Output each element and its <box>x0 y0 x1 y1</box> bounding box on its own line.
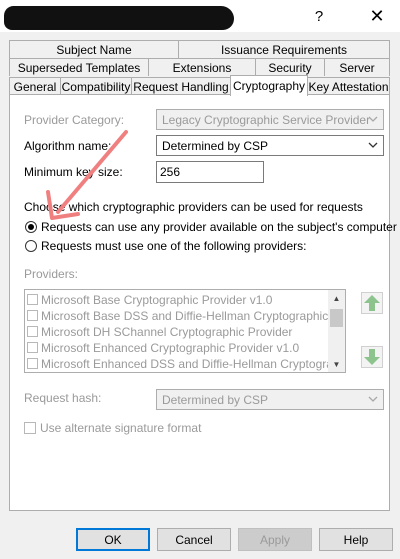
min-key-size-label: Minimum key size: <box>24 165 123 179</box>
request-hash-value: Determined by CSP <box>162 393 269 407</box>
min-key-size-input[interactable]: 256 <box>156 161 264 183</box>
provider-category-label: Provider Category: <box>24 113 125 127</box>
provider-name: Microsoft Base Cryptographic Provider v1… <box>41 293 273 307</box>
chevron-down-icon <box>368 142 378 148</box>
algorithm-value: Determined by CSP <box>162 139 269 153</box>
provider-name: Microsoft Base DSS and Diffie-Hellman Cr… <box>41 309 346 323</box>
algorithm-select[interactable]: Determined by CSP <box>156 135 384 156</box>
request-hash-label: Request hash: <box>24 391 102 405</box>
choose-providers-label: Choose which cryptographic providers can… <box>24 200 363 214</box>
tab-subject-name[interactable]: Subject Name <box>9 40 179 58</box>
ok-button[interactable]: OK <box>76 528 150 551</box>
tab-key-attestation[interactable]: Key Attestation <box>307 77 390 95</box>
provider-checkbox[interactable] <box>27 310 38 321</box>
radio-any-provider-label[interactable]: Requests can use any provider available … <box>41 220 397 234</box>
help-title-button[interactable]: ? <box>297 0 341 32</box>
close-title-button[interactable]: ✕ <box>355 0 399 32</box>
radio-following-providers-label[interactable]: Requests must use one of the following p… <box>41 239 306 253</box>
help-button[interactable]: Help <box>319 528 393 551</box>
tab-security[interactable]: Security <box>255 58 325 76</box>
provider-checkbox[interactable] <box>27 326 38 337</box>
tab-server[interactable]: Server <box>324 58 390 76</box>
provider-checkbox[interactable] <box>27 342 38 353</box>
tab-cryptography[interactable]: Cryptography <box>230 75 308 96</box>
cancel-button[interactable]: Cancel <box>157 528 231 551</box>
tab-superseded-templates[interactable]: Superseded Templates <box>9 58 149 76</box>
alt-signature-label: Use alternate signature format <box>40 421 202 435</box>
chevron-down-icon <box>368 116 378 122</box>
provider-category-select[interactable]: Legacy Cryptographic Service Provider <box>156 109 384 130</box>
algorithm-label: Algorithm name: <box>24 139 112 153</box>
tab-request-handling[interactable]: Request Handling <box>131 77 231 95</box>
providers-list[interactable]: Microsoft Base Cryptographic Provider v1… <box>24 289 346 373</box>
tab-extensions[interactable]: Extensions <box>148 58 256 76</box>
request-hash-select[interactable]: Determined by CSP <box>156 389 384 410</box>
alt-signature-checkbox[interactable] <box>24 422 36 434</box>
radio-any-provider[interactable] <box>25 221 37 233</box>
title-bar: ? ✕ <box>0 0 400 32</box>
move-up-icon[interactable] <box>361 292 383 314</box>
scroll-down-icon[interactable]: ▼ <box>328 356 345 372</box>
scroll-up-icon[interactable]: ▲ <box>328 290 345 306</box>
scroll-thumb[interactable] <box>330 309 343 327</box>
tab-compatibility[interactable]: Compatibility <box>60 77 132 95</box>
provider-category-value: Legacy Cryptographic Service Provider <box>162 113 371 127</box>
move-down-icon[interactable] <box>361 346 383 368</box>
tab-general[interactable]: General <box>9 77 61 95</box>
apply-button[interactable]: Apply <box>238 528 312 551</box>
chevron-down-icon <box>368 396 378 402</box>
provider-checkbox[interactable] <box>27 358 38 369</box>
provider-name: Microsoft Enhanced Cryptographic Provide… <box>41 341 300 355</box>
redacted-title <box>4 6 234 30</box>
tab-issuance-requirements[interactable]: Issuance Requirements <box>178 40 390 58</box>
providers-scrollbar[interactable]: ▲ ▼ <box>328 290 345 372</box>
radio-selected-dot <box>28 224 34 230</box>
radio-following-providers[interactable] <box>25 240 37 252</box>
provider-checkbox[interactable] <box>27 294 38 305</box>
provider-name: Microsoft Enhanced DSS and Diffie-Hellma… <box>41 357 346 371</box>
provider-name: Microsoft DH SChannel Cryptographic Prov… <box>41 325 293 339</box>
providers-label: Providers: <box>24 267 79 281</box>
min-key-size-value: 256 <box>160 165 181 179</box>
